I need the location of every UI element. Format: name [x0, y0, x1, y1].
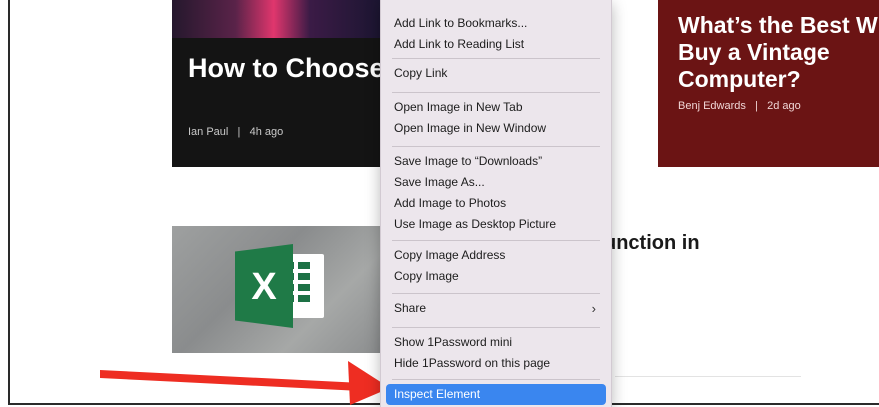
chevron-right-icon: ›: [591, 301, 596, 316]
menu-group: Copy Link: [386, 63, 606, 84]
menu-item-open-image-in-new-tab[interactable]: Open Image in New Tab: [386, 97, 606, 118]
article-thumbnail[interactable]: X: [172, 226, 383, 353]
menu-item-label: Share: [394, 301, 427, 315]
menu-separator: [392, 146, 600, 147]
menu-item-label: Open Image in New Window: [394, 121, 547, 135]
menu-group: Open Image in New Tab Open Image in New W…: [386, 97, 606, 139]
menu-item-add-link-to-bookmarks[interactable]: Add Link to Bookmarks...: [386, 13, 606, 34]
article-headline-partial[interactable]: unction in: [604, 232, 700, 255]
menu-item-label: Show 1Password mini: [394, 335, 513, 349]
menu-item-label: Copy Image Address: [394, 248, 506, 262]
excel-letter: X: [251, 266, 277, 308]
menu-group: Save Image to “Downloads” Save Image As..…: [386, 151, 606, 235]
article-time: 4h ago: [249, 126, 284, 138]
menu-item-share[interactable]: Share ›: [386, 298, 606, 319]
excel-icon: X: [235, 244, 293, 328]
menu-item-label: Copy Image: [394, 269, 459, 283]
menu-item-add-link-to-reading-list[interactable]: Add Link to Reading List: [386, 34, 606, 55]
menu-group: Add Link to Bookmarks... Add Link to Read…: [386, 13, 606, 55]
menu-item-label: Use Image as Desktop Picture: [394, 217, 557, 231]
menu-item-open-image-in-new-window[interactable]: Open Image in New Window: [386, 118, 606, 139]
menu-group: Show 1Password mini Hide 1Password on thi…: [386, 332, 606, 374]
byline-separator: |: [237, 126, 241, 138]
menu-separator: [392, 379, 600, 380]
byline-separator: |: [755, 100, 758, 112]
menu-separator: [392, 327, 600, 328]
menu-item-label: Save Image As...: [394, 175, 485, 189]
author-name[interactable]: Ian Paul: [188, 126, 228, 138]
author-name[interactable]: Benj Edwards: [678, 100, 746, 112]
menu-item-use-image-as-desktop-picture[interactable]: Use Image as Desktop Picture: [386, 214, 606, 235]
menu-item-label: Add Link to Reading List: [394, 37, 525, 51]
menu-item-copy-image-address[interactable]: Copy Image Address: [386, 245, 606, 266]
menu-group: Share ›: [386, 298, 606, 319]
article-title[interactable]: How to Choose Features to Cor: [188, 52, 384, 85]
menu-item-add-image-to-photos[interactable]: Add Image to Photos: [386, 193, 606, 214]
article-time: 2d ago: [767, 100, 801, 112]
menu-group: Inspect Element: [386, 384, 606, 405]
menu-item-copy-image[interactable]: Copy Image: [386, 266, 606, 287]
menu-item-inspect-element[interactable]: Inspect Element: [386, 384, 606, 405]
menu-item-copy-link[interactable]: Copy Link: [386, 63, 606, 84]
menu-separator: [392, 240, 600, 241]
article-card-left[interactable]: How to Choose Features to Cor Ian Paul |…: [172, 0, 384, 167]
content-divider: [615, 376, 801, 377]
menu-item-label: Copy Link: [394, 66, 448, 80]
menu-separator: [392, 92, 600, 93]
menu-item-label: Hide 1Password on this page: [394, 356, 551, 370]
menu-item-save-image-as[interactable]: Save Image As...: [386, 172, 606, 193]
article-byline: Ian Paul | 4h ago: [188, 126, 283, 138]
menu-separator: [392, 293, 600, 294]
menu-separator: [392, 58, 600, 59]
menu-item-label: Inspect Element: [394, 387, 481, 401]
article-image-strip: [172, 0, 384, 38]
red-arrow-annotation: [100, 361, 390, 405]
article-card-right[interactable]: What’s the Best W to Buy a Vintage Compu…: [658, 0, 879, 167]
context-menu: Add Link to Bookmarks... Add Link to Read…: [380, 0, 612, 407]
article-byline: Benj Edwards | 2d ago: [678, 100, 801, 112]
menu-item-hide-1password-on-this-page[interactable]: Hide 1Password on this page: [386, 353, 606, 374]
menu-item-show-1password-mini[interactable]: Show 1Password mini: [386, 332, 606, 353]
menu-item-save-image-to-downloads[interactable]: Save Image to “Downloads”: [386, 151, 606, 172]
article-title[interactable]: What’s the Best W to Buy a Vintage Compu…: [678, 12, 879, 93]
menu-item-label: Open Image in New Tab: [394, 100, 523, 114]
menu-item-label: Save Image to “Downloads”: [394, 154, 543, 168]
menu-item-label: Add Image to Photos: [394, 196, 507, 210]
menu-item-label: Add Link to Bookmarks...: [394, 16, 528, 30]
menu-group: Copy Image Address Copy Image: [386, 245, 606, 287]
